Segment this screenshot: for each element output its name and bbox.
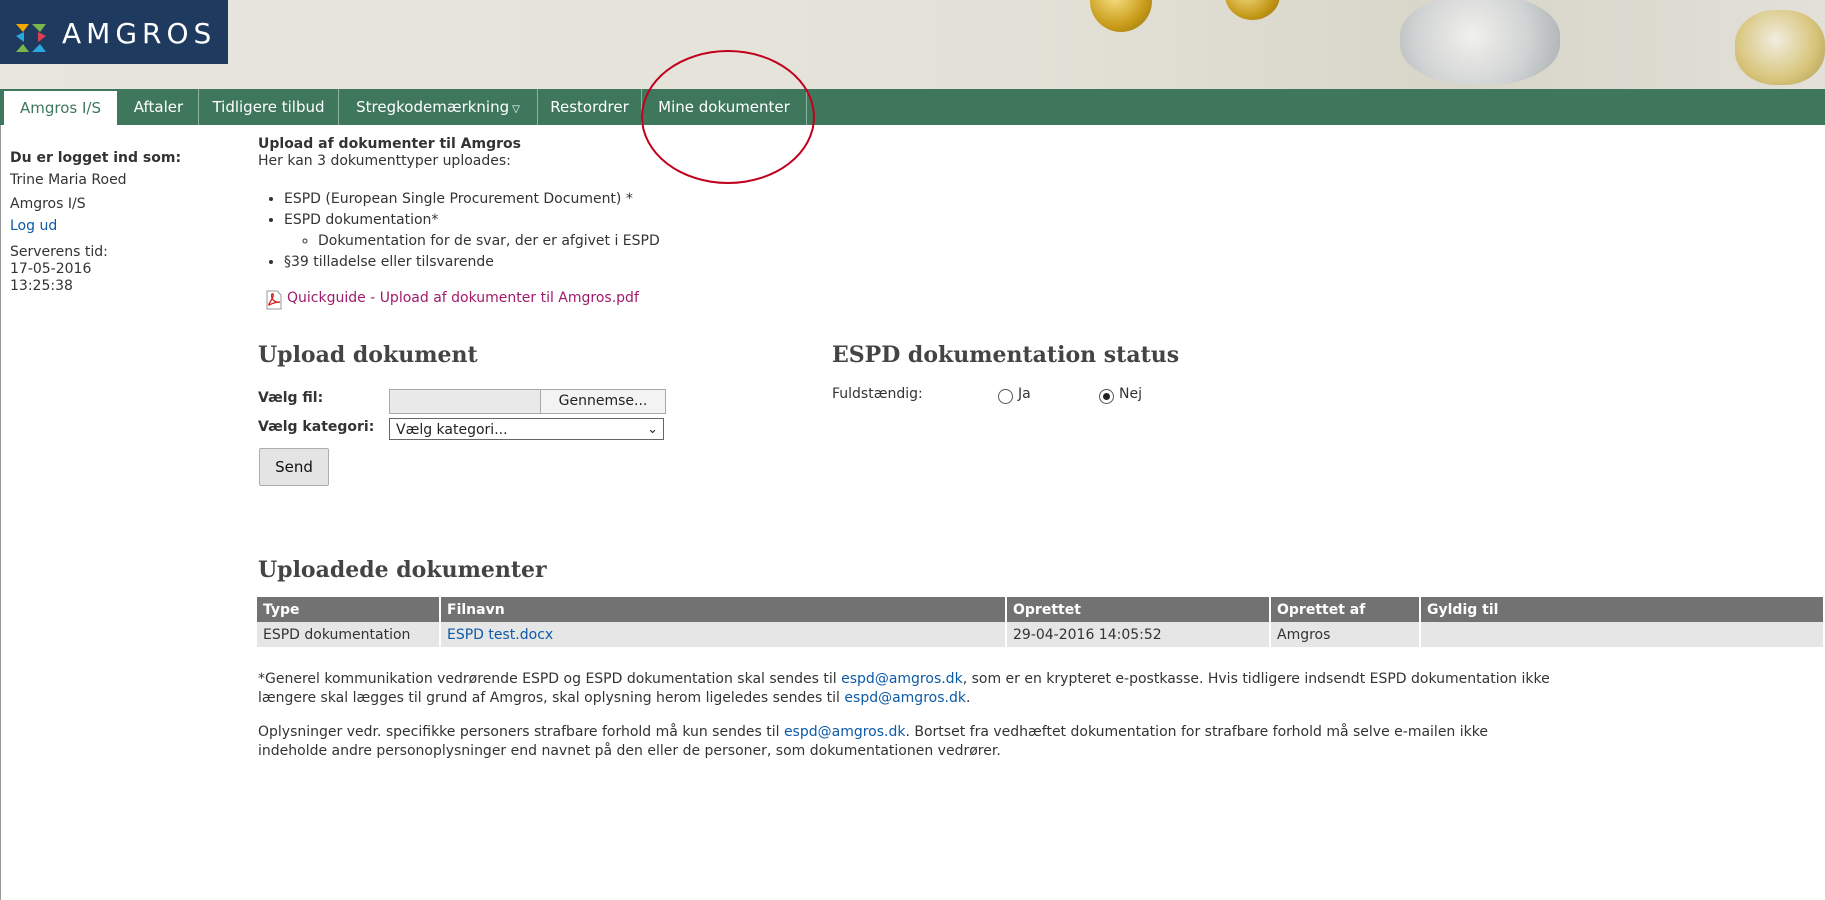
server-date: 17-05-2016 [10, 261, 92, 277]
send-button[interactable]: Send [259, 448, 329, 486]
nav-label: Tidligere tilbud [212, 98, 325, 116]
nav-label: Restordrer [550, 98, 629, 116]
nav-item-tidligere-tilbud[interactable]: Tidligere tilbud [199, 89, 339, 125]
amgros-logo-icon [16, 24, 46, 52]
upload-document-heading: Upload dokument [258, 342, 478, 368]
radio-yes-label: Ja [1018, 386, 1031, 402]
cell-type: ESPD dokumentation [257, 622, 441, 647]
nav-label: Aftaler [133, 98, 184, 116]
cell-created: 29-04-2016 14:05:52 [1006, 622, 1271, 647]
logo-text: AMGROS [62, 17, 217, 50]
capsule-decoration [1225, 0, 1280, 20]
upload-intro-title: Upload af dokumenter til Amgros [258, 136, 521, 152]
dropdown-arrow-icon: ▽ [512, 104, 520, 115]
logged-in-label: Du er logget ind som: [10, 150, 182, 166]
uploaded-documents-table: Type Filnavn Oprettet Oprettet af Gyldig… [257, 597, 1825, 647]
main-navigation: Amgros I/S Aftaler Tidligere tilbud Stre… [0, 89, 1825, 125]
nav-item-restordrer[interactable]: Restordrer [538, 89, 642, 125]
espd-status-heading: ESPD dokumentation status [832, 342, 1180, 368]
email-link[interactable]: espd@amgros.dk [841, 671, 963, 687]
filename-link[interactable]: ESPD test.docx [447, 627, 553, 643]
site-header: AMGROS [0, 0, 1825, 89]
radio-no[interactable] [1099, 389, 1114, 404]
list-item: ESPD dokumentation* Dokumentation for de… [284, 210, 660, 252]
radio-yes[interactable] [998, 389, 1013, 404]
list-sub-item: Dokumentation for de svar, der er afgive… [318, 231, 660, 252]
list-item: ESPD (European Single Procurement Docume… [284, 189, 660, 210]
capsule-decoration [1735, 10, 1825, 85]
cell-filename: ESPD test.docx [440, 622, 1007, 647]
server-clock: 13:25:38 [10, 278, 73, 294]
server-time-label: Serverens tid: [10, 244, 108, 260]
nav-label: Mine dokumenter [658, 98, 790, 116]
list-item: §39 tilladelse eller tilsvarende [284, 252, 660, 273]
cell-created-by: Amgros [1270, 622, 1421, 647]
category-select[interactable]: Vælg kategori... ⌄ [389, 418, 664, 440]
complete-label: Fuldstændig: [832, 386, 923, 402]
left-border [0, 125, 1, 900]
column-header[interactable]: Gyldig til [1420, 597, 1825, 622]
file-input[interactable]: Gennemse... [389, 389, 666, 414]
cell-valid-to [1420, 622, 1825, 647]
nav-item-mine-dokumenter[interactable]: Mine dokumenter [642, 89, 807, 125]
category-value: Vælg kategori... [396, 422, 508, 438]
chevron-down-icon: ⌄ [647, 422, 658, 437]
radio-selected-dot [1103, 393, 1110, 400]
nav-item-aftaler[interactable]: Aftaler [119, 89, 199, 125]
email-link[interactable]: espd@amgros.dk [784, 724, 906, 740]
sidebar: Du er logget ind som: Trine Maria Roed A… [10, 148, 181, 295]
column-header[interactable]: Filnavn [440, 597, 1007, 622]
capsule-decoration [1090, 0, 1152, 32]
user-name: Trine Maria Roed [10, 172, 127, 188]
capsule-decoration [1400, 0, 1560, 85]
radio-no-label: Nej [1119, 386, 1142, 402]
logout-link[interactable]: Log ud [10, 218, 57, 234]
nav-item-amgros[interactable]: Amgros I/S [4, 91, 117, 125]
table-header-row: Type Filnavn Oprettet Oprettet af Gyldig… [257, 597, 1825, 622]
nav-label: Amgros I/S [20, 99, 101, 117]
column-header[interactable]: Oprettet [1006, 597, 1271, 622]
amgros-logo[interactable]: AMGROS [0, 0, 228, 64]
email-link[interactable]: espd@amgros.dk [844, 690, 966, 706]
organization-name: Amgros I/S [10, 196, 86, 212]
category-label: Vælg kategori: [258, 419, 375, 435]
upload-intro-subtitle: Her kan 3 dokumenttyper uploades: [258, 153, 511, 169]
column-header[interactable]: Type [257, 597, 441, 622]
table-row: ESPD dokumentation ESPD test.docx 29-04-… [257, 622, 1825, 647]
quickguide-link[interactable]: Quickguide - Upload af dokumenter til Am… [287, 290, 639, 306]
file-label: Vælg fil: [258, 390, 324, 406]
nav-item-stregkodemaerkning[interactable]: Stregkodemærkning ▽ [339, 89, 538, 125]
uploaded-documents-heading: Uploadede dokumenter [258, 557, 547, 583]
note-personal-data: Oplysninger vedr. specifikke personers s… [258, 724, 1488, 759]
nav-label: Stregkodemærkning [356, 98, 510, 116]
column-header[interactable]: Oprettet af [1270, 597, 1421, 622]
pdf-icon [266, 290, 282, 310]
note-general-communication: *Generel kommunikation vedrørende ESPD o… [258, 671, 1550, 706]
browse-button[interactable]: Gennemse... [540, 390, 665, 413]
document-type-list: ESPD (European Single Procurement Docume… [260, 189, 660, 273]
